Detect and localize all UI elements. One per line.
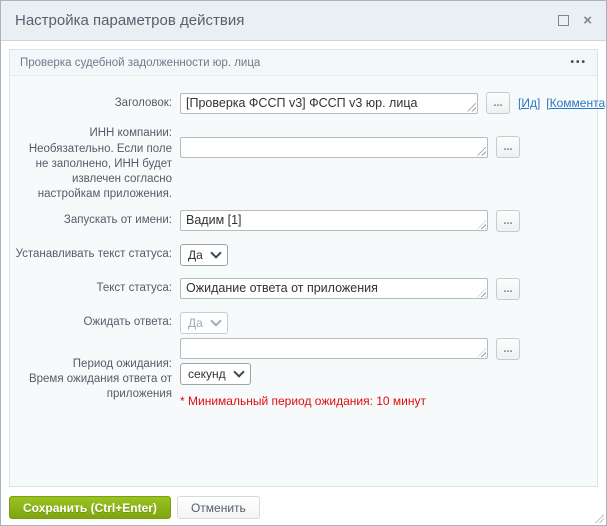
- chevron-down-icon: [233, 366, 244, 377]
- inn-more-button[interactable]: ...: [496, 136, 520, 158]
- inn-label-title: ИНН компании:: [14, 126, 172, 141]
- comment-link[interactable]: [Комментарий]: [546, 96, 607, 110]
- id-link[interactable]: [Ид]: [518, 96, 540, 110]
- inn-label-note: Необязательно. Если поле не заполнено, И…: [14, 142, 172, 202]
- wait-answer-select: Да: [180, 312, 228, 334]
- dialog-titlebar: Настройка параметров действия ×: [1, 1, 606, 41]
- min-period-warning: * Минимальный период ожидания: 10 минут: [180, 394, 426, 408]
- close-icon[interactable]: ×: [583, 15, 592, 26]
- title-input[interactable]: [Проверка ФССП v3] ФССП v3 юр. лица: [180, 93, 478, 114]
- status-text-input[interactable]: Ожидание ответа от приложения: [180, 278, 488, 299]
- row-set-status: Устанавливать текст статуса: Да: [14, 244, 591, 266]
- set-status-value: Да: [188, 248, 203, 262]
- row-run-as: Запускать от имени: Вадим [1] ...: [14, 210, 591, 232]
- wait-period-more-button[interactable]: ...: [496, 338, 520, 360]
- panel-header: Проверка судебной задолженности юр. лица…: [10, 50, 597, 76]
- run-as-label: Запускать от имени:: [14, 213, 180, 228]
- run-as-input[interactable]: Вадим [1]: [180, 210, 488, 231]
- set-status-select[interactable]: Да: [180, 244, 228, 266]
- status-text-label: Текст статуса:: [14, 281, 180, 296]
- wait-period-label: Период ожидания: Время ожидания ответа о…: [14, 338, 180, 402]
- row-wait-period: Период ожидания: Время ожидания ответа о…: [14, 338, 591, 408]
- inn-input[interactable]: [180, 137, 488, 158]
- row-inn: ИНН компании: Необязательно. Если поле н…: [14, 126, 591, 202]
- wait-answer-label: Ожидать ответа:: [14, 315, 180, 330]
- row-status-text: Текст статуса: Ожидание ответа от прилож…: [14, 278, 591, 300]
- wait-period-unit-value: секунд: [188, 367, 226, 381]
- maximize-icon[interactable]: [558, 15, 569, 26]
- row-title: Заголовок: [Проверка ФССП v3] ФССП v3 юр…: [14, 92, 591, 114]
- title-label: Заголовок:: [14, 96, 180, 111]
- panel-menu-icon[interactable]: •••: [570, 58, 587, 68]
- wait-period-input[interactable]: [180, 338, 488, 359]
- wait-period-label-sub: Время ожидания ответа от приложения: [14, 372, 172, 402]
- set-status-label: Устанавливать текст статуса:: [14, 247, 180, 262]
- dialog-title: Настройка параметров действия: [15, 12, 244, 29]
- run-as-more-button[interactable]: ...: [496, 210, 520, 232]
- cancel-button[interactable]: Отменить: [177, 496, 260, 519]
- wait-answer-value: Да: [188, 316, 203, 330]
- inn-label: ИНН компании: Необязательно. Если поле н…: [14, 126, 180, 202]
- chevron-down-icon: [210, 315, 221, 326]
- chevron-down-icon: [210, 247, 221, 258]
- save-button[interactable]: Сохранить (Ctrl+Enter): [9, 496, 171, 519]
- wait-period-unit-select[interactable]: секунд: [180, 363, 251, 385]
- title-more-button[interactable]: ...: [486, 92, 510, 114]
- window-controls: ×: [558, 15, 592, 26]
- settings-form: Заголовок: [Проверка ФССП v3] ФССП v3 юр…: [10, 76, 597, 486]
- row-wait-answer: Ожидать ответа: Да: [14, 312, 591, 334]
- settings-panel: Проверка судебной задолженности юр. лица…: [9, 49, 598, 487]
- dialog-footer: Сохранить (Ctrl+Enter) Отменить: [9, 496, 598, 519]
- activity-name-label: Проверка судебной задолженности юр. лица: [20, 57, 260, 69]
- wait-period-label-title: Период ожидания:: [14, 357, 172, 372]
- dialog-content: Проверка судебной задолженности юр. лица…: [1, 41, 606, 526]
- status-text-more-button[interactable]: ...: [496, 278, 520, 300]
- action-settings-dialog: Настройка параметров действия × Проверка…: [0, 0, 607, 526]
- title-links: [Ид] [Комментарий]: [518, 96, 607, 110]
